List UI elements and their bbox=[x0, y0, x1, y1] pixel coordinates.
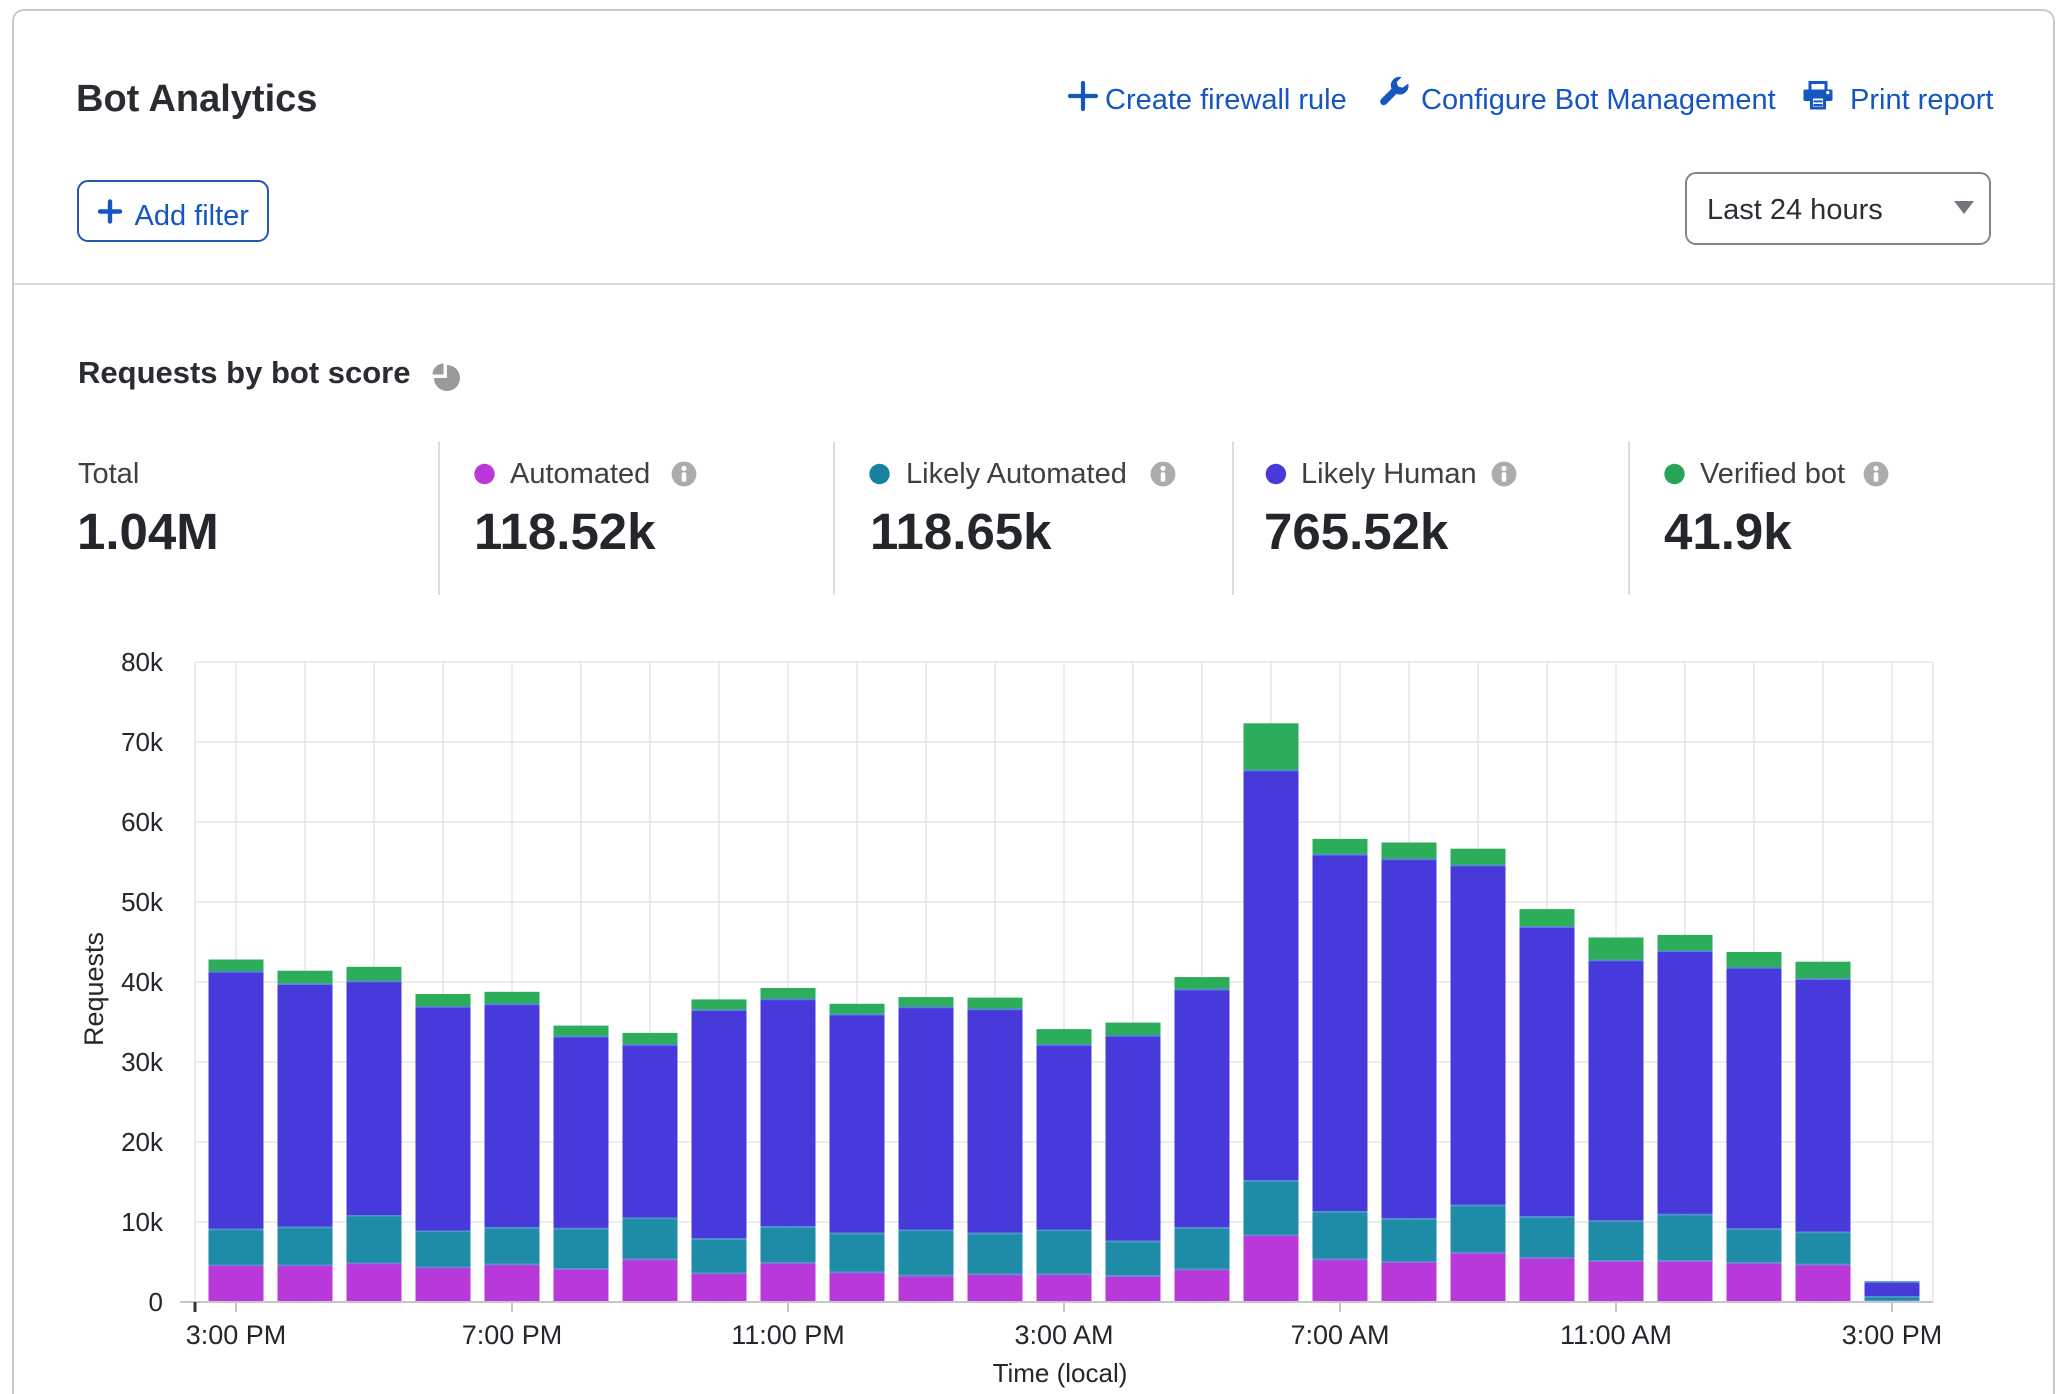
svg-text:10k: 10k bbox=[121, 1207, 164, 1237]
svg-text:11:00 AM: 11:00 AM bbox=[1560, 1320, 1672, 1350]
svg-text:Time (local): Time (local) bbox=[993, 1358, 1128, 1388]
svg-text:3:00 PM: 3:00 PM bbox=[1842, 1320, 1943, 1350]
svg-text:0: 0 bbox=[149, 1287, 163, 1317]
svg-text:30k: 30k bbox=[121, 1047, 164, 1077]
svg-text:11:00 PM: 11:00 PM bbox=[731, 1320, 845, 1350]
svg-text:7:00 AM: 7:00 AM bbox=[1290, 1320, 1389, 1350]
svg-text:40k: 40k bbox=[121, 967, 164, 997]
svg-text:Requests: Requests bbox=[79, 932, 109, 1046]
svg-text:7:00 PM: 7:00 PM bbox=[462, 1320, 563, 1350]
svg-text:70k: 70k bbox=[121, 727, 164, 757]
svg-text:3:00 AM: 3:00 AM bbox=[1014, 1320, 1113, 1350]
svg-text:80k: 80k bbox=[121, 647, 164, 677]
svg-text:50k: 50k bbox=[121, 887, 164, 917]
svg-text:3:00 PM: 3:00 PM bbox=[186, 1320, 287, 1350]
svg-text:60k: 60k bbox=[121, 807, 164, 837]
svg-text:20k: 20k bbox=[121, 1127, 164, 1157]
